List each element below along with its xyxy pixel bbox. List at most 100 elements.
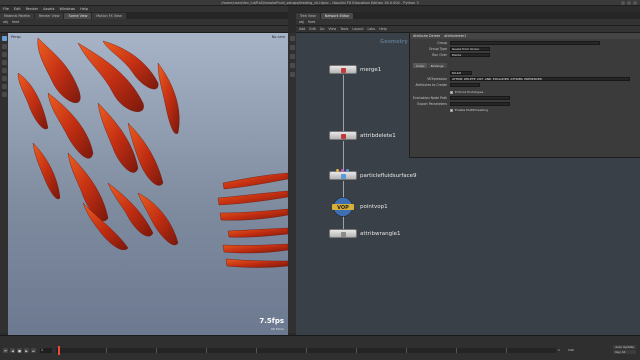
- multithreading-checkbox[interactable]: [450, 108, 453, 112]
- view-tool-icon[interactable]: [1, 92, 7, 97]
- last-frame-icon[interactable]: ⏭: [31, 348, 36, 353]
- path-feed[interactable]: feed: [12, 20, 19, 24]
- group-type-select[interactable]: Guess from Group: [450, 47, 490, 51]
- menu-edit[interactable]: Edit: [14, 7, 21, 11]
- net-menu-help[interactable]: Help: [379, 27, 387, 31]
- node-attribdelete1[interactable]: attribdelete1: [329, 131, 396, 140]
- auto-update-button[interactable]: Auto Update: [613, 345, 636, 349]
- node-body[interactable]: [329, 131, 357, 140]
- wire[interactable]: [343, 75, 344, 131]
- grid-icon[interactable]: [289, 72, 295, 77]
- timeline-ruler[interactable]: [56, 348, 556, 353]
- maximize-icon[interactable]: [627, 1, 631, 5]
- path-obj[interactable]: obj: [3, 20, 8, 24]
- start-frame[interactable]: 1: [558, 348, 560, 352]
- right-pane-tabs: Tree View Network Editor: [296, 12, 640, 19]
- enforce-prototypes-checkbox[interactable]: [450, 90, 453, 94]
- key-all-button[interactable]: Key All: [613, 350, 636, 354]
- node-attribwrangle1[interactable]: attribwrangle1: [329, 229, 400, 238]
- scene-viewport[interactable]: Persp No cam 7.5fps 98.52ms: [8, 33, 288, 335]
- param-label: Run Over: [432, 53, 447, 57]
- evaluation-path-input[interactable]: [450, 96, 510, 100]
- attributes-input[interactable]: [450, 83, 480, 87]
- param-row-vexpression: VEXpression ATTRIB_DELETE_LIST_AND_EXCLU…: [410, 77, 630, 81]
- snap-tool-icon[interactable]: [1, 84, 7, 89]
- parameter-header: Attribute Delete attribdelete1: [410, 33, 640, 39]
- viewport-tool-strip: [0, 33, 8, 333]
- tab-code[interactable]: Code: [413, 63, 427, 68]
- node-body[interactable]: [329, 229, 357, 238]
- vop-node-icon[interactable]: VOP: [329, 197, 357, 217]
- menu-assets[interactable]: Assets: [43, 7, 54, 11]
- path-obj-right[interactable]: obj: [299, 20, 304, 24]
- node-body[interactable]: [329, 169, 357, 180]
- net-menu-go[interactable]: Go: [320, 27, 325, 31]
- param-row-group-type: Group Type Guess from Group: [410, 47, 490, 51]
- current-frame-field[interactable]: 1: [40, 348, 52, 353]
- vex-precision-select[interactable]: 64-bit: [450, 71, 472, 75]
- fluid-render: [17, 37, 288, 268]
- bypass-flag-icon[interactable]: [341, 169, 344, 172]
- move-tool-icon[interactable]: [1, 44, 7, 49]
- run-over-select[interactable]: Points: [450, 53, 490, 57]
- select-tool-icon[interactable]: [1, 36, 7, 41]
- net-menu-edit[interactable]: Edit: [309, 27, 315, 31]
- timeline-right-controls: Auto Update Key All: [613, 345, 636, 354]
- node-label[interactable]: attribwrangle1: [360, 231, 400, 237]
- wire[interactable]: [343, 141, 344, 171]
- node-label[interactable]: attribdelete1: [360, 133, 396, 139]
- lights-icon[interactable]: [289, 54, 295, 59]
- net-menu-layout[interactable]: Layout: [352, 27, 363, 31]
- export-parameters-input[interactable]: [450, 102, 510, 106]
- node-label[interactable]: merge1: [360, 67, 381, 73]
- template-flag-icon[interactable]: [336, 169, 339, 172]
- param-row-enforce: Enforce Prototypes: [410, 90, 483, 94]
- param-row-multithreading: Enable Multithreading: [410, 108, 488, 112]
- node-label[interactable]: pointvop1: [360, 204, 388, 210]
- parameter-pane: Attribute Delete attribdelete1 Group Gro…: [409, 33, 640, 158]
- merge-node-icon: [341, 67, 346, 73]
- close-icon[interactable]: [633, 1, 637, 5]
- scale-tool-icon[interactable]: [1, 60, 7, 65]
- menu-file[interactable]: File: [3, 7, 9, 11]
- param-node-name[interactable]: attribdelete1: [444, 34, 466, 38]
- tab-bindings[interactable]: Bindings: [427, 63, 447, 68]
- shading-icon[interactable]: [289, 45, 295, 50]
- param-row-run-over: Run Over Points: [410, 53, 490, 57]
- node-particlefluidsurface9[interactable]: particlefluidsurface9: [329, 169, 417, 180]
- net-menu-view[interactable]: View: [328, 27, 336, 31]
- first-frame-icon[interactable]: ⏮: [3, 348, 8, 353]
- path-feed-right[interactable]: feed: [308, 20, 315, 24]
- display-flag-icon[interactable]: [346, 169, 349, 172]
- net-menu-labs[interactable]: Labs: [368, 27, 376, 31]
- timeline-playhead[interactable]: [58, 346, 60, 355]
- param-tabs: Code Bindings: [413, 63, 447, 68]
- display-options-strip: [288, 33, 296, 333]
- handle-tool-icon[interactable]: [1, 68, 7, 73]
- node-label[interactable]: particlefluidsurface9: [360, 173, 417, 179]
- node-body[interactable]: [329, 65, 357, 74]
- net-menu-add[interactable]: Add: [299, 27, 305, 31]
- menu-render[interactable]: Render: [26, 7, 38, 11]
- param-label: Enable Multithreading: [455, 108, 488, 112]
- node-merge1[interactable]: merge1: [329, 65, 381, 74]
- menu-help[interactable]: Help: [80, 7, 88, 11]
- attribdelete-node-icon: [341, 133, 346, 139]
- vex-code-editor[interactable]: ATTRIB_DELETE_LIST_AND_EXCLUDED_ATTRIBS_…: [450, 77, 630, 81]
- camera-icon[interactable]: [289, 63, 295, 68]
- display-icon[interactable]: [289, 36, 295, 41]
- rotate-tool-icon[interactable]: [1, 52, 7, 57]
- pose-tool-icon[interactable]: [1, 76, 7, 81]
- viewport-options-bar: [0, 26, 288, 33]
- minimize-icon[interactable]: [621, 1, 625, 5]
- node-pointvop1[interactable]: VOP pointvop1: [329, 197, 388, 217]
- group-input[interactable]: [450, 41, 600, 45]
- param-label: Attributes to Create: [415, 83, 447, 87]
- stop-icon[interactable]: ■: [17, 348, 22, 353]
- play-icon[interactable]: ▶: [24, 348, 29, 353]
- end-frame[interactable]: 240: [568, 348, 574, 352]
- menu-windows[interactable]: Windows: [60, 7, 76, 11]
- net-menu-tools[interactable]: Tools: [340, 27, 348, 31]
- left-pane-tabs: Material Palette Render View Scene View …: [0, 12, 288, 19]
- play-reverse-icon[interactable]: ◀: [10, 348, 15, 353]
